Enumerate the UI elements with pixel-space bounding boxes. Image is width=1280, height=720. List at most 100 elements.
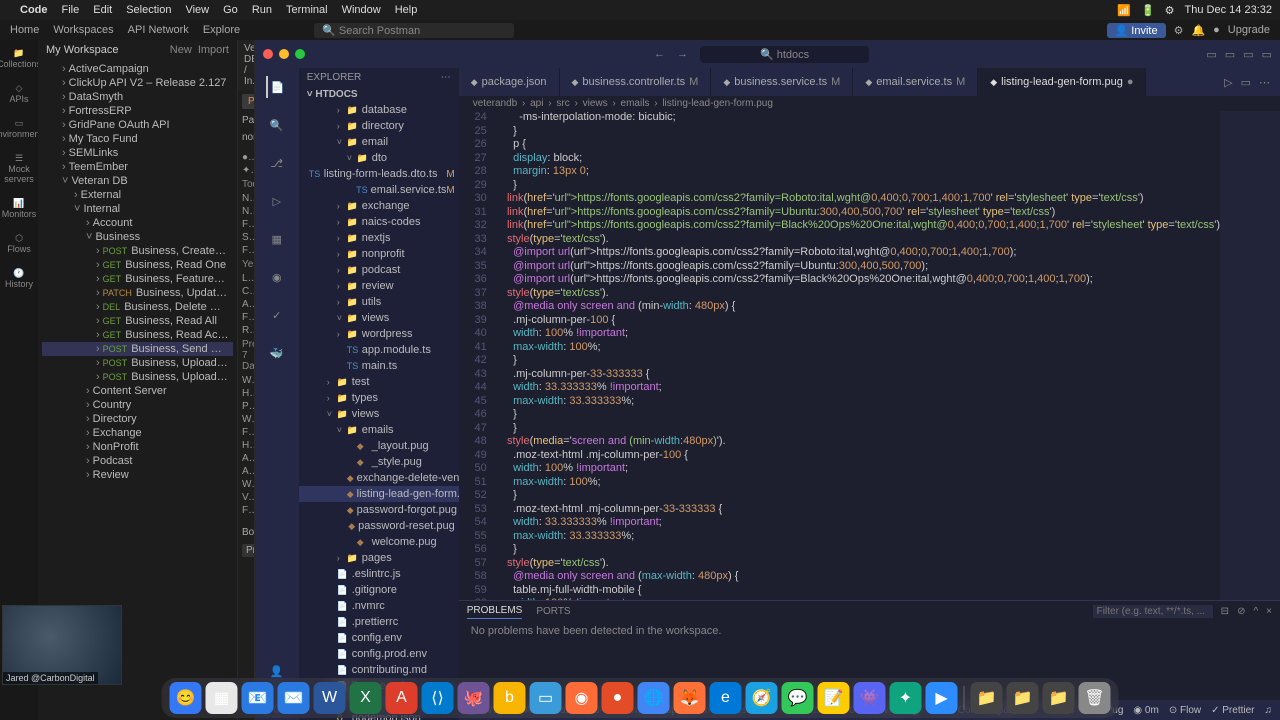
- pm-settings-icon[interactable]: ⚙: [1174, 24, 1184, 37]
- menu-help[interactable]: Help: [395, 4, 418, 16]
- pm-tree-item[interactable]: ›TeemEmber: [42, 160, 233, 174]
- layout-left-icon[interactable]: ▭: [1206, 48, 1216, 61]
- window-maximize[interactable]: [295, 49, 305, 59]
- file-tree-item[interactable]: ›📁database: [299, 102, 459, 118]
- pm-history-item[interactable]: Node.js Email: [238, 192, 254, 205]
- pm-history-item[interactable]: West Point G: [238, 478, 254, 491]
- dock-firefox[interactable]: 🦊: [674, 682, 706, 714]
- pm-tree-item[interactable]: ›ClickUp API V2 – Release 2.127: [42, 76, 233, 90]
- file-tree-item[interactable]: ›📁wordpress: [299, 326, 459, 342]
- pm-notif-icon[interactable]: 🔔: [1191, 24, 1205, 37]
- file-tree-item[interactable]: ˅📁views: [299, 310, 459, 326]
- source-control-icon[interactable]: ⎇: [266, 152, 288, 174]
- file-tree-item[interactable]: ›📁review: [299, 278, 459, 294]
- command-center[interactable]: 🔍 htdocs: [700, 46, 869, 63]
- dock-postman[interactable]: ◉: [566, 682, 598, 714]
- dock-messages[interactable]: 💬: [782, 682, 814, 714]
- file-tree-item[interactable]: ›📁types: [299, 390, 459, 406]
- pm-tree-item[interactable]: ›ActiveCampaign: [42, 62, 233, 76]
- pm-tree-item[interactable]: ›PATCHBusiness, Update One: [42, 286, 233, 300]
- pm-tree-item[interactable]: ›GETBusiness, Read One: [42, 258, 233, 272]
- file-tree-item[interactable]: ›📁nonprofit: [299, 246, 459, 262]
- file-tree-item[interactable]: TSmain.ts: [299, 358, 459, 374]
- pm-nav-workspaces[interactable]: Workspaces: [53, 24, 113, 36]
- window-close[interactable]: [263, 49, 273, 59]
- pm-tree-item[interactable]: ›POSTBusiness, Send Email - Lis...: [42, 342, 233, 356]
- pm-search[interactable]: 🔍 Search Postman: [314, 23, 514, 38]
- pm-history-item[interactable]: Fixing React: [238, 426, 254, 439]
- pm-method[interactable]: POST: [242, 94, 255, 109]
- panel-collapse-icon[interactable]: ⊟: [1221, 606, 1229, 617]
- pm-history-item[interactable]: Axios Error H: [238, 465, 254, 478]
- dock-zoom[interactable]: ▶: [926, 682, 958, 714]
- code-area[interactable]: 2425262728293031323334353637383940414243…: [459, 111, 1280, 600]
- pm-tab[interactable]: Veteran DB / In...: [238, 40, 254, 90]
- panel-filter[interactable]: [1093, 605, 1213, 618]
- dock-outlook[interactable]: 📧: [242, 682, 274, 714]
- dock-folder1[interactable]: 📁: [971, 682, 1003, 714]
- remote-icon[interactable]: ◉: [266, 266, 288, 288]
- dock-github[interactable]: 🐙: [458, 682, 490, 714]
- file-tree-item[interactable]: ›📁pages: [299, 550, 459, 566]
- menu-edit[interactable]: Edit: [93, 4, 112, 16]
- layout-custom-icon[interactable]: ▭: [1262, 48, 1272, 61]
- panel-maximize-icon[interactable]: ^: [1253, 606, 1258, 617]
- pm-history-item[interactable]: Fixing Statu: [238, 218, 254, 231]
- file-tree-item[interactable]: ◆_layout.pug: [299, 438, 459, 454]
- file-tree-item[interactable]: 📄.gitignore: [299, 582, 459, 598]
- pm-new[interactable]: New: [170, 44, 192, 56]
- file-tree-item[interactable]: ◆welcome.pug: [299, 534, 459, 550]
- wifi-icon[interactable]: 📶: [1117, 4, 1131, 17]
- pm-nav-home[interactable]: Home: [10, 24, 39, 36]
- search-icon[interactable]: 🔍: [266, 114, 288, 136]
- dock-chatgpt[interactable]: ✦: [890, 682, 922, 714]
- pm-tree-item[interactable]: ›Exchange: [42, 426, 233, 440]
- menu-file[interactable]: File: [62, 4, 80, 16]
- pm-history-item[interactable]: Lead Notifica: [238, 272, 254, 285]
- status-bell-icon[interactable]: ♫: [1265, 705, 1273, 716]
- dock-notes[interactable]: 📝: [818, 682, 850, 714]
- explorer-more-icon[interactable]: ⋯: [441, 72, 451, 83]
- pm-history-item[interactable]: Next.js Authori: [238, 205, 254, 218]
- file-tree-item[interactable]: ›📁nextjs: [299, 230, 459, 246]
- menu-terminal[interactable]: Terminal: [286, 4, 328, 16]
- pm-tree-item[interactable]: ›External: [42, 188, 233, 202]
- menu-app[interactable]: Code: [20, 4, 48, 16]
- pm-history-item[interactable]: Format Resp: [238, 504, 254, 517]
- pm-avatar[interactable]: ●: [1213, 24, 1220, 36]
- dock-trash[interactable]: 🗑: [1079, 682, 1111, 714]
- dock-acrobat[interactable]: A: [386, 682, 418, 714]
- pm-tree-item[interactable]: ˅Veteran DB: [42, 174, 233, 188]
- pm-workspace-name[interactable]: My Workspace: [46, 44, 119, 56]
- pm-history-item[interactable]: API Issues in: [238, 298, 254, 311]
- menu-view[interactable]: View: [185, 4, 209, 16]
- panel-close-icon[interactable]: ×: [1266, 606, 1272, 617]
- pm-tree-item[interactable]: ›My Taco Fund: [42, 132, 233, 146]
- dock-folder3[interactable]: 📁: [1043, 682, 1075, 714]
- file-tree-item[interactable]: ◆_style.pug: [299, 454, 459, 470]
- dock-edge[interactable]: e: [710, 682, 742, 714]
- pm-act-monitors[interactable]: 📊Monitors: [2, 198, 37, 219]
- file-tree-item[interactable]: ›📁podcast: [299, 262, 459, 278]
- dock-launchpad[interactable]: ▦: [206, 682, 238, 714]
- explorer-icon[interactable]: 📄: [266, 76, 288, 98]
- pm-tree-item[interactable]: ˅Internal: [42, 202, 233, 216]
- panel-tab-problems[interactable]: PROBLEMS: [467, 603, 523, 619]
- nav-back-icon[interactable]: ←: [654, 48, 665, 60]
- more-icon[interactable]: ⋯: [1259, 76, 1270, 89]
- menu-run[interactable]: Run: [252, 4, 272, 16]
- pm-tree-item[interactable]: ›POSTBusiness, Upload Logo: [42, 356, 233, 370]
- pm-pretty[interactable]: Pretty: [242, 544, 255, 557]
- pm-invite[interactable]: 👤 Invite: [1107, 23, 1166, 38]
- debug-icon[interactable]: ▷: [266, 190, 288, 212]
- pm-history-item[interactable]: HTTP Heade: [238, 387, 254, 400]
- battery-icon[interactable]: 🔋: [1141, 4, 1155, 17]
- status-prettier[interactable]: ✓ Prettier: [1211, 705, 1254, 716]
- pm-tree-item[interactable]: ›POSTBusiness, Upload Cover: [42, 370, 233, 384]
- file-tree-item[interactable]: ◆password-reset.pug: [299, 518, 459, 534]
- pm-history-item[interactable]: WordPress P: [238, 374, 254, 387]
- file-tree-item[interactable]: TSemail.service.tsM: [299, 182, 459, 198]
- menu-selection[interactable]: Selection: [126, 4, 171, 16]
- dock-excel[interactable]: X: [350, 682, 382, 714]
- pm-history-item[interactable]: PHP WordPre: [238, 400, 254, 413]
